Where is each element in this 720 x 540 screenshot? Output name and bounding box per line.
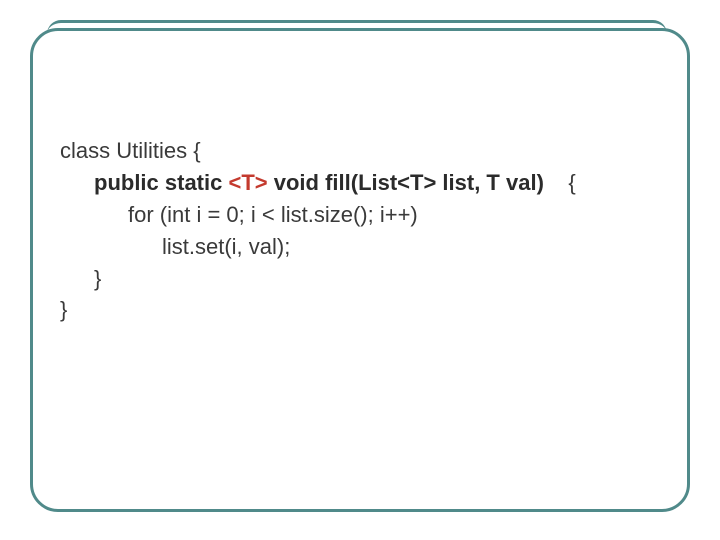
code-line-4: list.set(i, val); bbox=[60, 231, 576, 263]
code-line-2-brace-char: { bbox=[568, 170, 575, 195]
code-line-2-generic: <T> bbox=[228, 170, 267, 195]
code-line-3: for (int i = 0; i < list.size(); i++) bbox=[60, 199, 576, 231]
code-line-2-prefix: public static bbox=[94, 170, 228, 195]
code-line-6: } bbox=[60, 294, 576, 326]
code-block: class Utilities { public static <T> void… bbox=[60, 135, 576, 326]
code-line-2: public static <T> void fill(List<T> list… bbox=[60, 167, 576, 199]
code-line-1: class Utilities { bbox=[60, 135, 576, 167]
code-line-5: } bbox=[60, 263, 576, 295]
code-line-2-suffix: void fill(List<T> list, T val) bbox=[268, 170, 544, 195]
code-line-2-brace bbox=[544, 170, 568, 195]
